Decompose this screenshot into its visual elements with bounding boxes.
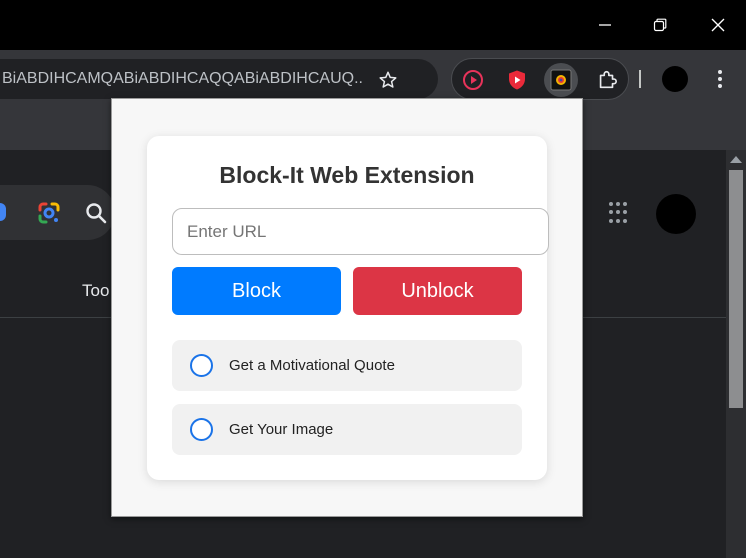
popup-card: Block-It Web Extension Block Unblock Get… (147, 136, 549, 480)
close-window-button[interactable] (703, 10, 733, 40)
star-icon (379, 71, 397, 88)
block-button[interactable]: Block (172, 267, 341, 315)
extension-play-button[interactable] (456, 63, 490, 97)
scrollbar-thumb[interactable] (729, 170, 743, 408)
address-bar[interactable]: BiABDIHCAMQABiABDIHCAQQABiABDIHCAUQ... (0, 59, 438, 99)
quote-radio[interactable] (190, 354, 213, 377)
play-circle-icon (463, 70, 483, 90)
url-input[interactable] (172, 208, 549, 255)
tools-tab[interactable]: Too (82, 281, 109, 301)
extension-block-it-button[interactable] (544, 63, 578, 97)
extensions-menu-button[interactable] (590, 63, 624, 97)
option-motivational-quote[interactable]: Get a Motivational Quote (172, 340, 522, 391)
window-title-bar (0, 0, 746, 50)
page-search-bar[interactable] (0, 185, 115, 240)
profile-avatar[interactable] (662, 66, 688, 92)
search-icon[interactable] (84, 201, 108, 225)
image-radio[interactable] (190, 418, 213, 441)
close-icon (711, 18, 725, 32)
shield-play-icon (509, 70, 525, 90)
scroll-up-arrow-icon[interactable] (730, 156, 742, 163)
restore-icon (653, 18, 667, 32)
minimize-icon (599, 24, 611, 26)
page-scrollbar[interactable] (726, 150, 746, 558)
restore-button[interactable] (645, 10, 675, 40)
extension-shield-button[interactable] (500, 63, 534, 97)
page-avatar[interactable] (656, 194, 696, 234)
unblock-button[interactable]: Unblock (353, 267, 522, 315)
option-your-image[interactable]: Get Your Image (172, 404, 522, 455)
address-text[interactable]: BiABDIHCAMQABiABDIHCAQQABiABDIHCAUQ... (2, 70, 362, 88)
google-lens-icon[interactable] (36, 200, 62, 226)
puzzle-icon (599, 70, 617, 89)
option-label: Get a Motivational Quote (229, 357, 395, 374)
kebab-menu-icon[interactable] (708, 64, 732, 94)
extensions-group (451, 58, 629, 100)
option-label: Get Your Image (229, 421, 334, 438)
toolbar-separator (639, 70, 641, 88)
block-it-icon (550, 69, 572, 91)
apps-grid-icon[interactable] (609, 202, 631, 224)
minimize-button[interactable] (590, 10, 620, 40)
popup-title: Block-It Web Extension (219, 162, 475, 188)
bookmark-button[interactable] (375, 67, 401, 93)
extension-popup: Block-It Web Extension Block Unblock Get… (111, 98, 583, 517)
mic-icon[interactable] (0, 203, 6, 221)
